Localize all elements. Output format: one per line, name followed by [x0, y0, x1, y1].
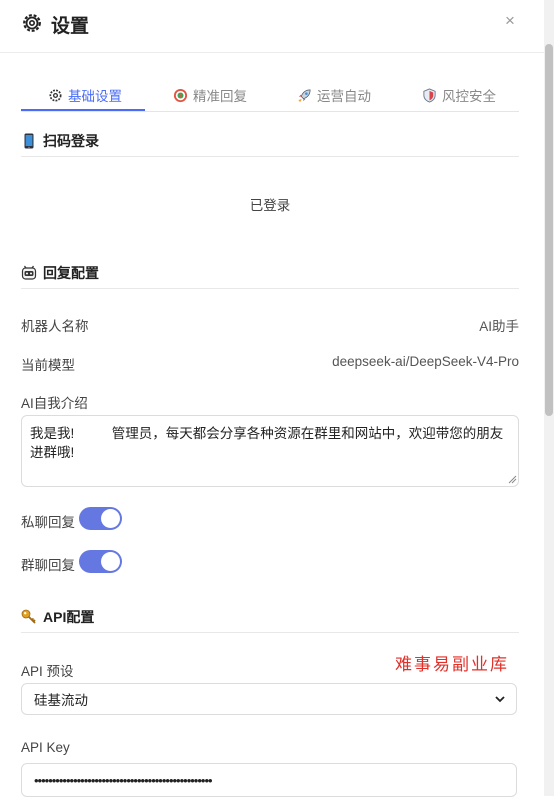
section-title-text: 回复配置 [43, 265, 99, 281]
group-reply-toggle[interactable] [79, 550, 122, 573]
toggle-knob [101, 509, 120, 528]
intro-label: AI自我介绍 [21, 396, 88, 411]
tab-precise-reply[interactable]: 精准回复 [173, 85, 247, 105]
group-reply-label: 群聊回复 [21, 558, 75, 573]
section-api-config: API配置 [21, 607, 94, 627]
close-icon[interactable]: × [505, 11, 515, 31]
private-reply-label: 私聊回复 [21, 515, 75, 530]
section-scan-login: 扫码登录 [21, 131, 99, 151]
intro-textarea[interactable]: 我是我! 管理员，每天都会分享各种资源在群里和网站中，欢迎带您的朋友进群哦! [21, 415, 519, 487]
tab-label: 基础设置 [68, 89, 122, 104]
section-title-text: 扫码登录 [43, 133, 99, 149]
tab-label: 运营自动 [317, 89, 371, 104]
model-value: deepseek-ai/DeepSeek-V4-Pro [332, 354, 519, 369]
shield-icon [423, 87, 436, 103]
gear-icon [49, 89, 62, 101]
chevron-down-icon [495, 696, 505, 703]
divider [21, 288, 519, 289]
scrollbar-thumb[interactable] [545, 44, 553, 416]
api-key-value: ••••••••••••••••••••••••••••••••••••••••… [34, 772, 213, 788]
gear-icon [23, 14, 41, 32]
api-key-label: API Key [21, 740, 70, 755]
dialog-header: 设置 × [0, 0, 544, 53]
tab-operation-auto[interactable]: 运营自动 [297, 85, 371, 105]
robot-icon [21, 265, 37, 280]
login-status: 已登录 [249, 198, 291, 213]
key-icon [21, 609, 36, 624]
api-preset-select[interactable]: 硅基流动 [21, 683, 517, 715]
dialog-title: 设置 [51, 16, 90, 37]
active-tab-indicator [21, 109, 145, 111]
divider [21, 156, 519, 157]
tab-basic-settings[interactable]: 基础设置 [48, 85, 122, 105]
api-key-input[interactable]: ••••••••••••••••••••••••••••••••••••••••… [21, 763, 517, 797]
target-icon [173, 88, 188, 102]
bot-name-label: 机器人名称 [21, 319, 89, 334]
scrollbar[interactable] [544, 0, 554, 796]
watermark-text: 难事易副业库 [395, 655, 509, 675]
mobile-phone-icon [24, 133, 34, 149]
api-preset-label: API 预设 [21, 664, 74, 679]
tab-label: 风控安全 [442, 89, 496, 104]
tab-label: 精准回复 [193, 89, 247, 104]
private-reply-toggle[interactable] [79, 507, 122, 530]
divider [21, 632, 519, 633]
bot-name-value: AI助手 [479, 319, 519, 334]
tab-risk-security[interactable]: 风控安全 [422, 85, 496, 105]
api-preset-value: 硅基流动 [34, 693, 88, 708]
rocket-icon [298, 88, 311, 102]
section-title-text: API配置 [43, 609, 95, 625]
settings-tabs: 基础设置 精准回复 运营自动 风控安全 [21, 80, 519, 112]
section-reply-config: 回复配置 [21, 263, 99, 283]
toggle-knob [101, 552, 120, 571]
model-label: 当前模型 [21, 358, 75, 373]
resize-handle-icon[interactable] [507, 474, 517, 484]
